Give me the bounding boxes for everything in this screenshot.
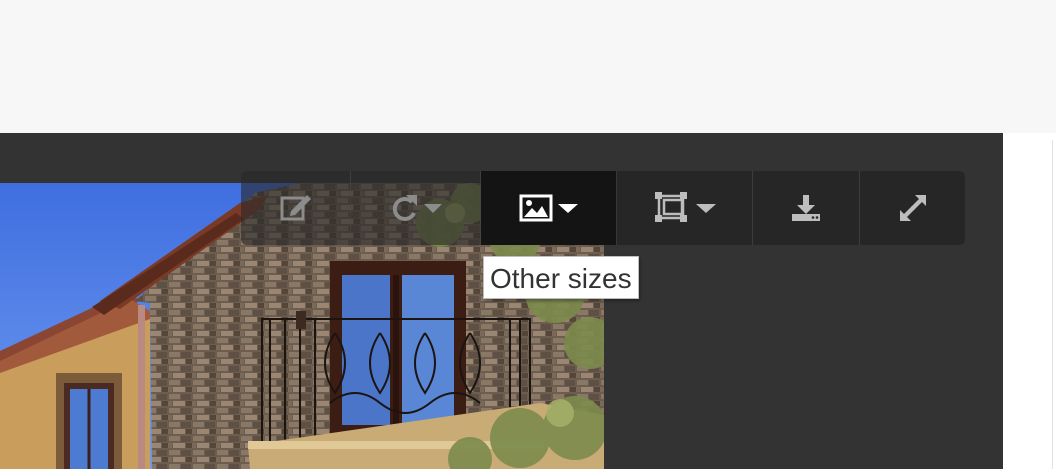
chevron-down-icon bbox=[695, 204, 716, 213]
chevron-down-icon bbox=[423, 204, 442, 213]
viewer-toolbar bbox=[241, 171, 965, 245]
scrollbar-track[interactable] bbox=[1052, 140, 1053, 469]
edit-button[interactable] bbox=[241, 171, 351, 245]
rotate-icon bbox=[392, 195, 417, 221]
image-icon bbox=[519, 194, 553, 222]
download-button[interactable] bbox=[753, 171, 860, 245]
page-right-margin bbox=[1003, 133, 1056, 469]
tooltip-other-sizes: Other sizes bbox=[483, 256, 639, 299]
crop-button[interactable] bbox=[617, 171, 753, 245]
other-sizes-button[interactable] bbox=[481, 171, 617, 245]
rotate-button[interactable] bbox=[351, 171, 481, 245]
expand-icon bbox=[899, 195, 926, 221]
image-viewer bbox=[0, 133, 1003, 469]
chevron-down-icon bbox=[558, 204, 578, 213]
edit-icon bbox=[280, 195, 311, 221]
crop-frame-icon bbox=[654, 192, 687, 222]
download-icon bbox=[792, 195, 820, 221]
fullscreen-button[interactable] bbox=[860, 171, 965, 245]
